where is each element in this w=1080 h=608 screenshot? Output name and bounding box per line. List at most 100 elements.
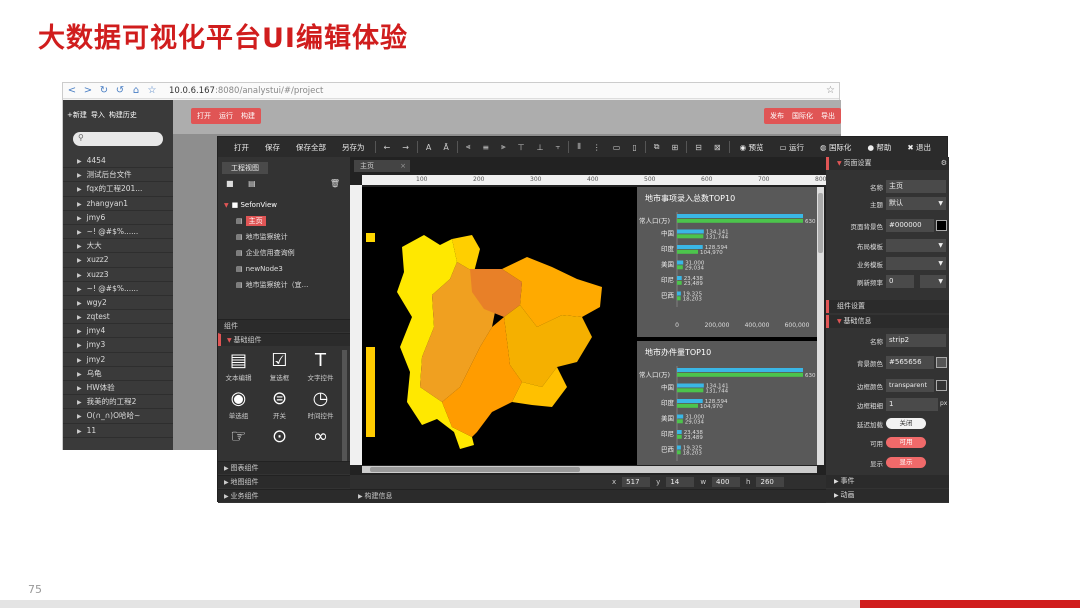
redo-icon[interactable]: → [396, 143, 415, 152]
project-list-item[interactable]: 测试后台文件 [63, 168, 173, 183]
component-item[interactable]: ⊙ [259, 426, 300, 448]
chart-panel-2[interactable]: 地市办件量TOP10 常人口(万) 630 中国 134,141 131,744 印度 12… [637, 341, 817, 465]
align-top-icon[interactable]: ⊤ [512, 143, 531, 152]
component-settings-header[interactable]: 组件设置 [826, 300, 949, 313]
export-button[interactable]: 导出 [821, 111, 835, 121]
align-center-icon[interactable]: ≡ [476, 143, 495, 152]
comp-bg-field[interactable]: #565656 [886, 356, 934, 369]
map-components-section[interactable]: ▶ 地图组件 [218, 475, 350, 488]
open-button[interactable]: 打开 [197, 111, 211, 121]
refresh-unit-select[interactable]: ▼ [920, 275, 946, 288]
bg-color-icon[interactable]: Ā [437, 143, 454, 152]
project-list-item[interactable]: 我美的的工程2 [63, 395, 173, 410]
save-as-button[interactable]: 另存为 [334, 142, 373, 153]
h-value-field[interactable]: 260 [756, 477, 785, 487]
project-list-item[interactable]: 乌龟 [63, 367, 173, 381]
publish-button[interactable]: 发布 [770, 111, 784, 121]
border-color-swatch[interactable] [936, 380, 947, 391]
comp-bg-swatch[interactable] [936, 357, 947, 368]
exit-button[interactable]: ✖ 退出 [899, 142, 939, 153]
enabled-toggle[interactable]: 可用 [886, 437, 926, 448]
lazy-load-toggle[interactable]: 关闭 [886, 418, 926, 429]
undo-icon[interactable]: ← [378, 143, 397, 152]
project-list-item[interactable]: HW体验 [63, 381, 173, 396]
run-editor-button[interactable]: ▭ 运行 [772, 142, 812, 153]
project-list-item[interactable]: zqtest [63, 310, 173, 325]
province-map[interactable] [362, 187, 642, 465]
same-height-icon[interactable]: ▯ [626, 143, 642, 152]
events-header[interactable]: ▶ 事件 [826, 475, 949, 488]
project-list-item[interactable]: O(∩_∩)O哈哈~ [63, 409, 173, 424]
scroll-thumb[interactable] [370, 467, 580, 472]
refresh-stepper[interactable]: 0 [886, 275, 914, 288]
settings-gear-icon[interactable]: ⚙ [941, 157, 947, 170]
run-button[interactable]: 运行 [219, 111, 233, 121]
new-page-icon[interactable]: ▤ [248, 179, 256, 188]
tab-project-view[interactable]: 工程视图 [222, 162, 268, 174]
business-components-section[interactable]: ▶ 业务组件 [218, 489, 350, 502]
project-search-input[interactable]: ⚲ [73, 132, 163, 146]
tree-node[interactable]: ▤ 地市监察统计（宜... [222, 277, 346, 293]
component-item[interactable]: ☑ 复选框 [259, 350, 300, 382]
layer-up-icon[interactable]: ⧉ [648, 142, 666, 152]
history-icon[interactable]: ↻ [99, 85, 109, 96]
project-list-item[interactable]: jmy2 [63, 353, 173, 367]
project-list-item[interactable]: ~! @#$%...... [63, 225, 173, 240]
bg-color-swatch[interactable] [936, 220, 947, 231]
animation-header[interactable]: ▶ 动画 [826, 489, 949, 502]
page-name-field[interactable]: 主页 [886, 180, 946, 193]
bg-color-field[interactable]: #000000 [886, 219, 934, 232]
component-item[interactable]: ☞ [218, 426, 259, 448]
font-color-icon[interactable]: A [420, 143, 437, 152]
layout-template-select[interactable]: ▼ [886, 239, 946, 252]
build-button[interactable]: 构建 [241, 111, 255, 121]
open-file-button[interactable]: 打开 [226, 142, 257, 153]
component-item[interactable]: ◉ 单选组 [218, 388, 259, 420]
component-item[interactable]: T 文字控件 [300, 350, 341, 382]
project-list-item[interactable]: jmy3 [63, 338, 173, 353]
design-stage[interactable]: 地市事项录入总数TOP10 常人口(万) 630 中国 134,141 131,744 印… [362, 187, 817, 465]
distribute-h-icon[interactable]: ⫴ [571, 142, 586, 152]
align-bottom-icon[interactable]: ⫟ [550, 142, 567, 152]
project-list-item[interactable]: 4454 [63, 154, 173, 169]
component-item[interactable]: ∞ [300, 426, 341, 448]
components-section[interactable]: 组件 [218, 319, 350, 332]
align-middle-icon[interactable]: ⊥ [531, 143, 550, 152]
project-list-item[interactable]: 大大 [63, 239, 173, 254]
home-icon[interactable]: ⌂ [131, 85, 141, 96]
tree-node[interactable]: ▤ 主页 [222, 213, 346, 229]
same-width-icon[interactable]: ▭ [607, 143, 627, 152]
canvas-horizontal-scrollbar[interactable] [362, 466, 817, 473]
bookmark-star-icon[interactable]: ☆ [826, 85, 835, 96]
project-list-item[interactable]: fqx的工程201... [63, 182, 173, 197]
i18n-button[interactable]: 国际化 [792, 111, 813, 121]
component-item[interactable]: ▤ 文本编辑 [218, 350, 259, 382]
y-value-field[interactable]: 14 [666, 477, 695, 487]
url-field[interactable]: 10.0.6.167:8080/analystui/#/project [169, 86, 323, 96]
delete-icon[interactable]: 🗑 [330, 179, 340, 188]
scroll-thumb[interactable] [818, 193, 823, 253]
w-value-field[interactable]: 400 [712, 477, 741, 487]
comp-name-field[interactable]: strip2 [886, 334, 946, 347]
distribute-v-icon[interactable]: ⋮ [587, 143, 607, 152]
align-right-icon[interactable]: ⫸ [495, 142, 512, 152]
basic-components-section[interactable]: ▼ 基础组件 [218, 333, 350, 346]
project-list-item[interactable]: jmy6 [63, 211, 173, 225]
import-button[interactable]: 导入 [91, 110, 105, 120]
chart-panel-1[interactable]: 地市事项录入总数TOP10 常人口(万) 630 中国 134,141 131,744 印… [637, 187, 817, 337]
help-button[interactable]: ● 帮助 [859, 142, 899, 153]
border-color-field[interactable]: transparent [886, 379, 934, 392]
tree-root[interactable]: ▼ ■ SefonView [222, 197, 346, 213]
build-history-button[interactable]: 构建历史 [109, 110, 137, 120]
tree-node[interactable]: ▤ 企业信用查询例 [222, 245, 346, 261]
save-button[interactable]: 保存 [257, 142, 288, 153]
back-icon[interactable]: < [67, 85, 77, 96]
project-list-item[interactable]: ~! @#$%...... [63, 282, 173, 296]
project-list-item[interactable]: xuzz2 [63, 253, 173, 268]
tree-node[interactable]: ▤ newNode3 [222, 261, 346, 277]
tree-node[interactable]: ▤ 地市监察统计 [222, 229, 346, 245]
tab-home-page[interactable]: 主页 × [354, 160, 410, 172]
component-item[interactable]: ⊜ 开关 [259, 388, 300, 420]
build-info-bar[interactable]: ▶ 构建信息 [350, 490, 826, 503]
chart-components-section[interactable]: ▶ 图表组件 [218, 461, 350, 474]
